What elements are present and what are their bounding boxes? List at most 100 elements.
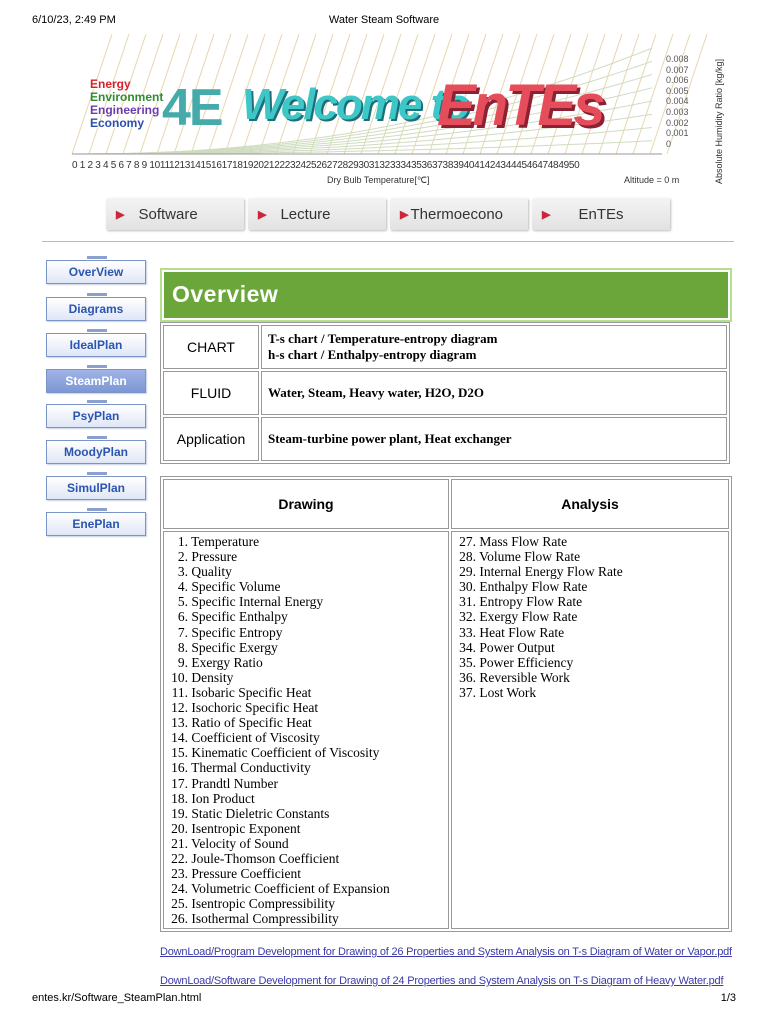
item-number: 35. [459, 654, 476, 670]
item-number: 31. [459, 594, 476, 610]
list-item: 9. Exergy Ratio [166, 655, 446, 670]
y-tick: 0.007 [666, 64, 689, 75]
item-label: Specific Enthalpy [188, 609, 288, 625]
item-number: 22. [171, 850, 188, 866]
list-item: 10. Density [166, 670, 446, 685]
list-item: 5. Specific Internal Energy [166, 594, 446, 609]
nav-label: Thermoecono [410, 205, 504, 223]
item-number: 9. [177, 654, 188, 670]
item-label: Static Dieletric Constants [188, 805, 330, 821]
analysis-list: 27. Mass Flow Rate 28. Volume Flow Rate 29… [454, 534, 726, 700]
nav-entes-button[interactable]: ▶ EnTEs [532, 198, 670, 230]
item-number: 25. [171, 896, 188, 912]
list-item: 21. Velocity of Sound [166, 836, 446, 851]
list-item: 18. Ion Product [166, 791, 446, 806]
item-label: Volume Flow Rate [476, 549, 581, 565]
analysis-header: Analysis [451, 479, 729, 529]
item-number: 30. [459, 579, 476, 595]
item-number: 28. [459, 549, 476, 565]
list-item: 7. Specific Entropy [166, 625, 446, 640]
side-item-psyplan[interactable]: PsyPlan [46, 400, 146, 428]
list-item: 15. Kinematic Coefficient of Viscosity [166, 745, 446, 760]
analysis-list-cell: 27. Mass Flow Rate 28. Volume Flow Rate 29… [451, 531, 729, 930]
print-page: 1/3 [720, 992, 736, 1004]
item-label: Reversible Work [476, 669, 570, 685]
list-item: 30. Enthalpy Flow Rate [454, 579, 726, 594]
item-number: 29. [459, 564, 476, 580]
4e-labels: Energy Environment Engineering Economy [90, 78, 163, 130]
table-row: CHART T-s chart / Temperature-entropy di… [163, 325, 727, 369]
item-number: 33. [459, 624, 476, 640]
y-tick: 0.006 [666, 75, 689, 86]
side-item-steamplan[interactable]: SteamPlan [46, 365, 146, 393]
item-label: Pressure Coefficient [188, 866, 301, 882]
download-link-heavy-water[interactable]: DownLoad/Software Development for Drawin… [160, 975, 724, 987]
list-item: 6. Specific Enthalpy [166, 609, 446, 624]
download-link-water[interactable]: DownLoad/Program Development for Drawing… [160, 946, 732, 958]
list-item: 4. Specific Volume [166, 579, 446, 594]
nav-lecture-button[interactable]: ▶ Lecture [248, 198, 386, 230]
side-item-eneplan[interactable]: EnePlan [46, 508, 146, 536]
list-item: 16. Thermal Conductivity [166, 760, 446, 775]
print-header: 6/10/23, 2:49 PM Water Steam Software [0, 14, 768, 34]
nav-label: EnTEs [578, 205, 624, 223]
nav-thermoecono-button[interactable]: ▶ Thermoecono [390, 198, 528, 230]
list-item: 32. Exergy Flow Rate [454, 609, 726, 624]
item-number: 13. [171, 715, 188, 731]
item-label: Mass Flow Rate [476, 534, 568, 549]
brand-text: EnTEs [437, 73, 605, 138]
item-number: 20. [171, 820, 188, 836]
item-label: Lost Work [476, 684, 537, 700]
item-number: 18. [171, 790, 188, 806]
side-item-diagrams[interactable]: Diagrams [46, 293, 146, 321]
list-item: 8. Specific Exergy [166, 640, 446, 655]
item-label: Ion Product [188, 790, 255, 806]
list-item: 34. Power Output [454, 640, 726, 655]
item-number: 16. [171, 760, 188, 776]
y-axis-values: 0.008 0.007 0.006 0.005 0.004 0.003 0.00… [666, 54, 689, 149]
item-number: 2. [177, 549, 188, 565]
item-label: Volumetric Coefficient of Expansion [188, 881, 390, 897]
item-label: Joule-Thomson Coefficient [188, 850, 340, 866]
item-label: Velocity of Sound [188, 835, 289, 851]
table-row: FLUID Water, Steam, Heavy water, H2O, D2… [163, 371, 727, 415]
item-number: 34. [459, 639, 476, 655]
item-label: Exergy Ratio [188, 654, 263, 670]
list-item: 24. Volumetric Coefficient of Expansion [166, 881, 446, 896]
y-tick: 0.008 [666, 54, 689, 64]
list-item: 27. Mass Flow Rate [454, 534, 726, 549]
altitude-label: Altitude = 0 m [624, 175, 680, 185]
item-label: Isochoric Specific Heat [188, 700, 319, 716]
item-label: Power Efficiency [476, 654, 574, 670]
item-label: Coefficient of Viscosity [188, 730, 320, 746]
item-label: Specific Volume [188, 579, 281, 595]
y-axis-label: Absolute Humidity Ratio [kg/kg] [714, 58, 724, 184]
table-header-row: Drawing Analysis [163, 479, 729, 529]
item-number: 1. [177, 534, 188, 549]
item-number: 7. [177, 624, 188, 640]
item-number: 10. [171, 669, 188, 685]
drawing-header: Drawing [163, 479, 449, 529]
list-item: 29. Internal Energy Flow Rate [454, 564, 726, 579]
side-item-simulplan[interactable]: SimulPlan [46, 472, 146, 500]
item-number: 8. [177, 639, 188, 655]
play-arrow-icon: ▶ [400, 208, 409, 221]
nav-software-button[interactable]: ▶ Software [106, 198, 244, 230]
side-item-idealplan[interactable]: IdealPlan [46, 329, 146, 357]
print-url: entes.kr/Software_SteamPlan.html [32, 992, 202, 1004]
item-number: 27. [459, 534, 476, 549]
item-number: 17. [171, 775, 188, 791]
properties-table: Drawing Analysis 1. Temperature 2. Pressu… [160, 476, 732, 933]
side-item-overview[interactable]: OverView [46, 256, 146, 284]
item-label: Internal Energy Flow Rate [476, 564, 623, 580]
list-item: 22. Joule-Thomson Coefficient [166, 851, 446, 866]
y-tick: 0.004 [666, 96, 689, 107]
list-item: 14. Coefficient of Viscosity [166, 730, 446, 745]
nav-label: Software [138, 205, 198, 223]
side-item-moodyplan[interactable]: MoodyPlan [46, 436, 146, 464]
table-row: Application Steam-turbine power plant, H… [163, 417, 727, 461]
item-label: Exergy Flow Rate [476, 609, 578, 625]
item-number: 12. [171, 700, 188, 716]
4e-logo: 4E [162, 79, 224, 137]
item-number: 23. [171, 866, 188, 882]
